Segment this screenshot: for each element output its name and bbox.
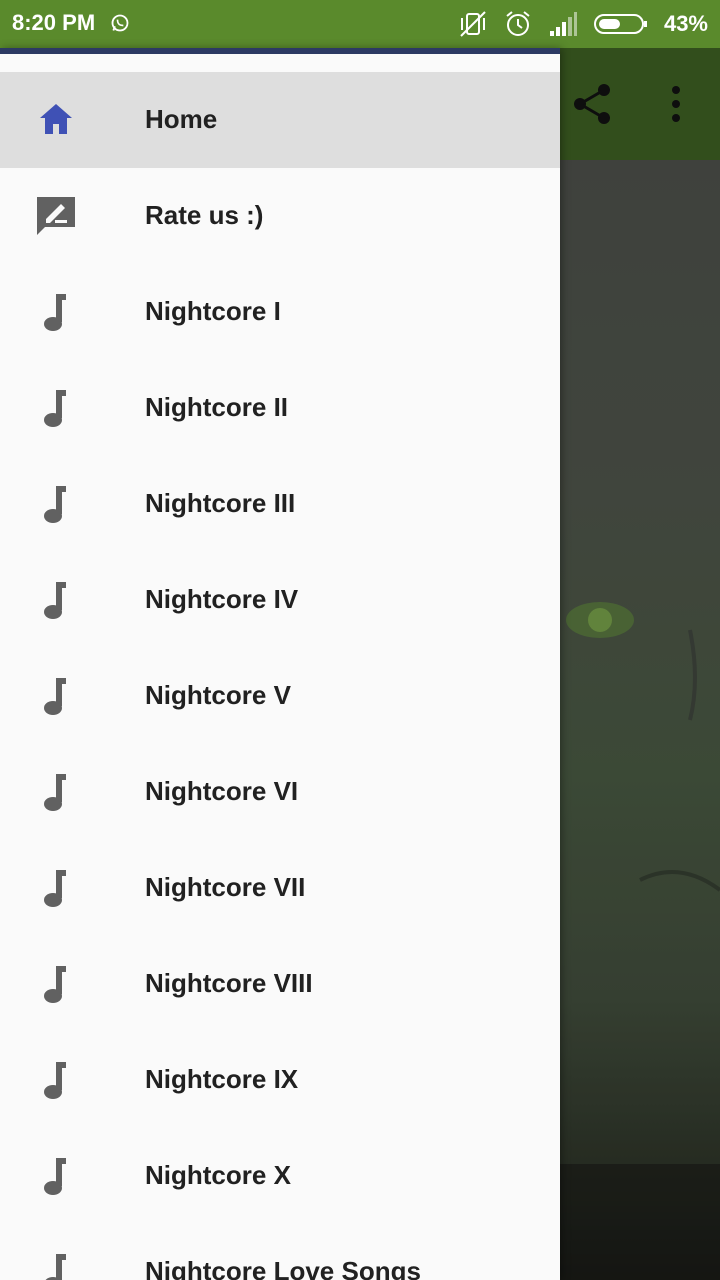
drawer-item-nightcore-viii[interactable]: Nightcore VIII (0, 936, 560, 1032)
drawer-scrim[interactable] (560, 48, 720, 1280)
music-note-icon (34, 290, 78, 334)
music-note-icon (34, 482, 78, 526)
drawer-item-label: Nightcore V (145, 680, 291, 710)
music-note-icon (34, 1250, 78, 1280)
rate-review-icon (34, 194, 78, 238)
music-note-icon (34, 578, 78, 622)
drawer-item-nightcore-iii[interactable]: Nightcore III (0, 456, 560, 552)
drawer-item-label: Nightcore X (145, 1160, 291, 1190)
drawer-item-nightcore-i[interactable]: Nightcore I (0, 264, 560, 360)
drawer-item-label: Nightcore Love Songs (145, 1256, 421, 1280)
drawer-item-label: Nightcore I (145, 296, 281, 326)
drawer-item-nightcore-vi[interactable]: Nightcore VI (0, 744, 560, 840)
music-note-icon (34, 386, 78, 430)
drawer-item-nightcore-ix[interactable]: Nightcore IX (0, 1032, 560, 1128)
drawer-item-rate-us[interactable]: Rate us :) (0, 168, 560, 264)
drawer-item-label: Home (145, 104, 218, 134)
navigation-drawer: Home Rate us :) Nightcore I Nightcore II Nig… (0, 48, 560, 1280)
home-icon (34, 98, 78, 142)
drawer-item-nightcore-v[interactable]: Nightcore V (0, 648, 560, 744)
drawer-item-label: Nightcore II (145, 392, 289, 422)
drawer-item-label: Nightcore III (145, 488, 296, 518)
drawer-header-strip (0, 48, 560, 54)
music-note-icon (34, 674, 78, 718)
status-bar: 8:20 PM 43% (0, 0, 720, 48)
drawer-item-nightcore-iv[interactable]: Nightcore IV (0, 552, 560, 648)
music-note-icon (34, 866, 78, 910)
battery-percent: 43% (663, 11, 708, 36)
drawer-item-nightcore-ii[interactable]: Nightcore II (0, 360, 560, 456)
music-note-icon (34, 962, 78, 1006)
music-note-icon (34, 1058, 78, 1102)
status-icons: 43% (458, 8, 708, 40)
drawer-item-label: Rate us :) (145, 200, 264, 230)
drawer-item-label: Nightcore VII (145, 872, 306, 902)
drawer-item-home[interactable]: Home (0, 72, 560, 168)
signal-icon (549, 12, 577, 36)
status-time: 8:20 PM (12, 10, 96, 35)
drawer-item-label: Nightcore IV (145, 584, 299, 614)
music-note-icon (34, 1154, 78, 1198)
drawer-item-label: Nightcore VI (145, 776, 299, 806)
drawer-item-nightcore-vii[interactable]: Nightcore VII (0, 840, 560, 936)
drawer-item-label: Nightcore VIII (145, 968, 313, 998)
drawer-menu: Home Rate us :) Nightcore I Nightcore II Nig… (0, 72, 560, 1280)
alarm-icon (506, 11, 530, 36)
battery-icon (593, 14, 647, 34)
music-note-icon (34, 770, 78, 814)
drawer-item-nightcore-x[interactable]: Nightcore X (0, 1128, 560, 1224)
drawer-item-label: Nightcore IX (145, 1064, 299, 1094)
vibrate-off-icon (460, 11, 486, 37)
whatsapp-icon (111, 14, 129, 32)
drawer-item-nightcore-love-songs[interactable]: Nightcore Love Songs (0, 1224, 560, 1280)
